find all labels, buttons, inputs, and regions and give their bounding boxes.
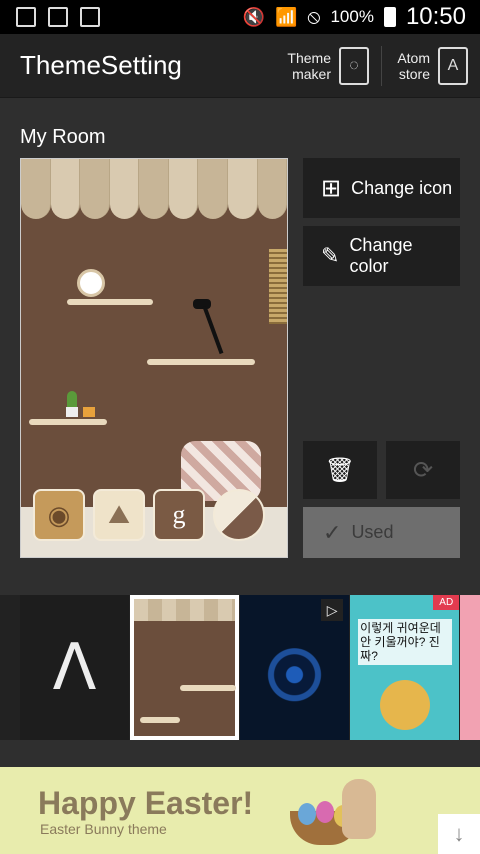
ad-badge: AD	[433, 595, 460, 610]
app-bar: ThemeSetting Theme maker ◌ Atom store A	[0, 34, 480, 98]
pot	[66, 407, 78, 417]
delete-button[interactable]: 🗑	[303, 441, 377, 499]
change-icon-label: Change icon	[351, 177, 453, 198]
wifi-icon: 📶	[274, 6, 298, 27]
check-icon: ✓	[323, 519, 342, 545]
atom-logo-icon: Λ	[52, 630, 97, 705]
shelf	[180, 685, 237, 691]
awning	[134, 599, 236, 621]
ad-character	[380, 680, 431, 730]
theme-preview[interactable]: ◉ ⛰ g	[20, 158, 288, 558]
main-content: My Room ◉ ⛰ g ⊞ Change icon ✎ Change col…	[0, 98, 480, 767]
ad-text: 이렇게 귀여운데 안 키울꺼야? 진짜?	[358, 619, 453, 665]
clock-time: 10:50	[405, 3, 466, 30]
reset-button[interactable]: ⟳	[386, 441, 460, 499]
battery-percent: 100%	[330, 7, 374, 26]
mute-icon: 🔇	[242, 6, 265, 27]
easter-banner[interactable]: Happy Easter! Easter Bunny theme ↓	[0, 767, 480, 854]
window-blinds	[269, 249, 287, 324]
partial-theme-thumb[interactable]	[460, 595, 480, 740]
trash-icon: 🗑	[324, 456, 356, 484]
clock-icon	[77, 269, 105, 297]
easter-bunny-art	[290, 775, 400, 851]
shelf	[140, 717, 181, 723]
file-icon	[80, 7, 100, 27]
refresh-icon: ⟳	[412, 456, 434, 484]
google-settings-icon: g	[153, 489, 205, 541]
theme-maker-icon: ◌	[339, 46, 369, 85]
app-title: ThemeSetting	[20, 50, 182, 80]
battery-icon	[383, 7, 396, 27]
used-button[interactable]: ✓ Used	[303, 507, 460, 558]
no-disturb-icon: ⦸	[307, 5, 321, 28]
used-label: Used	[351, 522, 394, 542]
section-title: My Room	[20, 126, 106, 148]
banner-title: Happy Easter!	[38, 785, 254, 821]
egg	[298, 803, 316, 825]
icon-dock: ◉ ⛰ g	[33, 489, 265, 541]
shelf	[147, 359, 255, 365]
shelf	[67, 299, 153, 305]
store-bag-icon: A	[438, 46, 468, 85]
ad-thumb[interactable]: AD 이렇게 귀여운데 안 키울꺼야? 진짜?	[350, 595, 460, 740]
change-color-button[interactable]: ✎ Change color	[303, 226, 460, 286]
egg	[316, 801, 334, 823]
my-room-theme-thumb[interactable]	[130, 595, 240, 740]
pot	[83, 407, 95, 417]
awning	[21, 159, 287, 219]
gallery-icon	[48, 7, 68, 27]
screenshot-icon	[16, 7, 36, 27]
theme-maker-label: Theme maker	[287, 49, 331, 82]
banner-subtitle: Easter Bunny theme	[40, 821, 167, 837]
eyedropper-icon: ✎	[321, 243, 340, 268]
theme-maker-button[interactable]: Theme maker ◌	[273, 34, 381, 98]
download-button[interactable]: ↓	[438, 814, 480, 854]
change-icon-button[interactable]: ⊞ Change icon	[303, 158, 460, 218]
atom-store-label: Atom store	[397, 49, 430, 82]
grid-icon: ⊞	[321, 174, 342, 202]
change-color-label: Change color	[349, 235, 413, 276]
download-icon: ↓	[453, 821, 465, 846]
gallery-icon: ⛰	[93, 489, 145, 541]
play-icon[interactable]: ▷	[321, 599, 344, 621]
themes-icon	[213, 489, 265, 541]
atom-theme-thumb[interactable]: Λ	[20, 595, 130, 740]
lamp-stand	[202, 305, 224, 355]
music-icon: ◉	[33, 489, 85, 541]
bunny	[342, 779, 376, 839]
theme-strip: Λ ▷ AD 이렇게 귀여운데 안 키울꺼야? 진짜?	[0, 595, 480, 740]
status-bar: 🔇 📶 ⦸ 100% 10:50	[0, 0, 480, 34]
shelf	[29, 419, 107, 425]
tech-theme-thumb[interactable]: ▷	[240, 595, 350, 740]
atom-store-button[interactable]: Atom store A	[382, 34, 480, 98]
